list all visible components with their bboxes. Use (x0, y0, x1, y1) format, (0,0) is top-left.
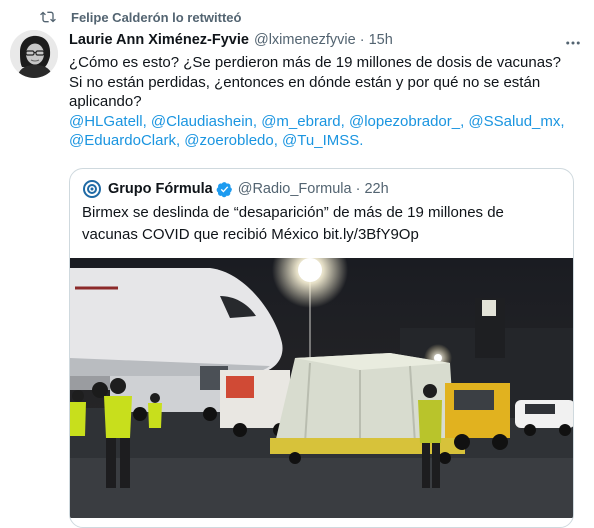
retweet-icon (40, 11, 56, 23)
tweet-mentions[interactable]: @HLGatell, @Claudiashein, @m_ebrard, @lo… (69, 113, 565, 150)
tweet-body: ¿Cómo es esto? ¿Se perdieron más de 19 m… (69, 53, 574, 151)
quoted-author-name[interactable]: Grupo Fórmula (108, 181, 213, 197)
author-handle[interactable]: @lximenezfyvie (254, 32, 356, 48)
quoted-tweet-timestamp[interactable]: 22h (364, 181, 388, 197)
tweet-timestamp[interactable]: 15h (369, 32, 393, 48)
separator-dot: · (359, 32, 365, 48)
tweet-text: ¿Cómo es esto? ¿Se perdieron más de 19 m… (69, 54, 561, 110)
verified-badge-icon (216, 181, 232, 197)
quoted-tweet-photo[interactable] (70, 258, 574, 518)
quoted-tweet-header: Grupo Fórmula @Radio_Formula · 22h (82, 179, 389, 199)
tweet-header: Laurie Ann Ximénez-Fyvie @lximenezfyvie … (69, 32, 582, 48)
avatar-image (10, 30, 58, 78)
author-name[interactable]: Laurie Ann Ximénez-Fyvie (69, 32, 249, 48)
quoted-tweet-text: Birmex se deslinda de “desaparición” de … (82, 204, 504, 243)
retweet-indicator[interactable]: Felipe Calderón lo retwitteó (40, 9, 241, 25)
retweet-text: Felipe Calderón lo retwitteó (71, 9, 242, 25)
quoted-author-handle[interactable]: @Radio_Formula (238, 181, 352, 197)
avatar[interactable] (10, 30, 58, 78)
more-options-icon[interactable] (564, 34, 582, 52)
quoted-tweet[interactable]: Grupo Fórmula @Radio_Formula · 22h Birme… (69, 168, 574, 528)
separator-dot: · (355, 181, 361, 197)
grupo-formula-logo-icon[interactable] (82, 179, 102, 199)
